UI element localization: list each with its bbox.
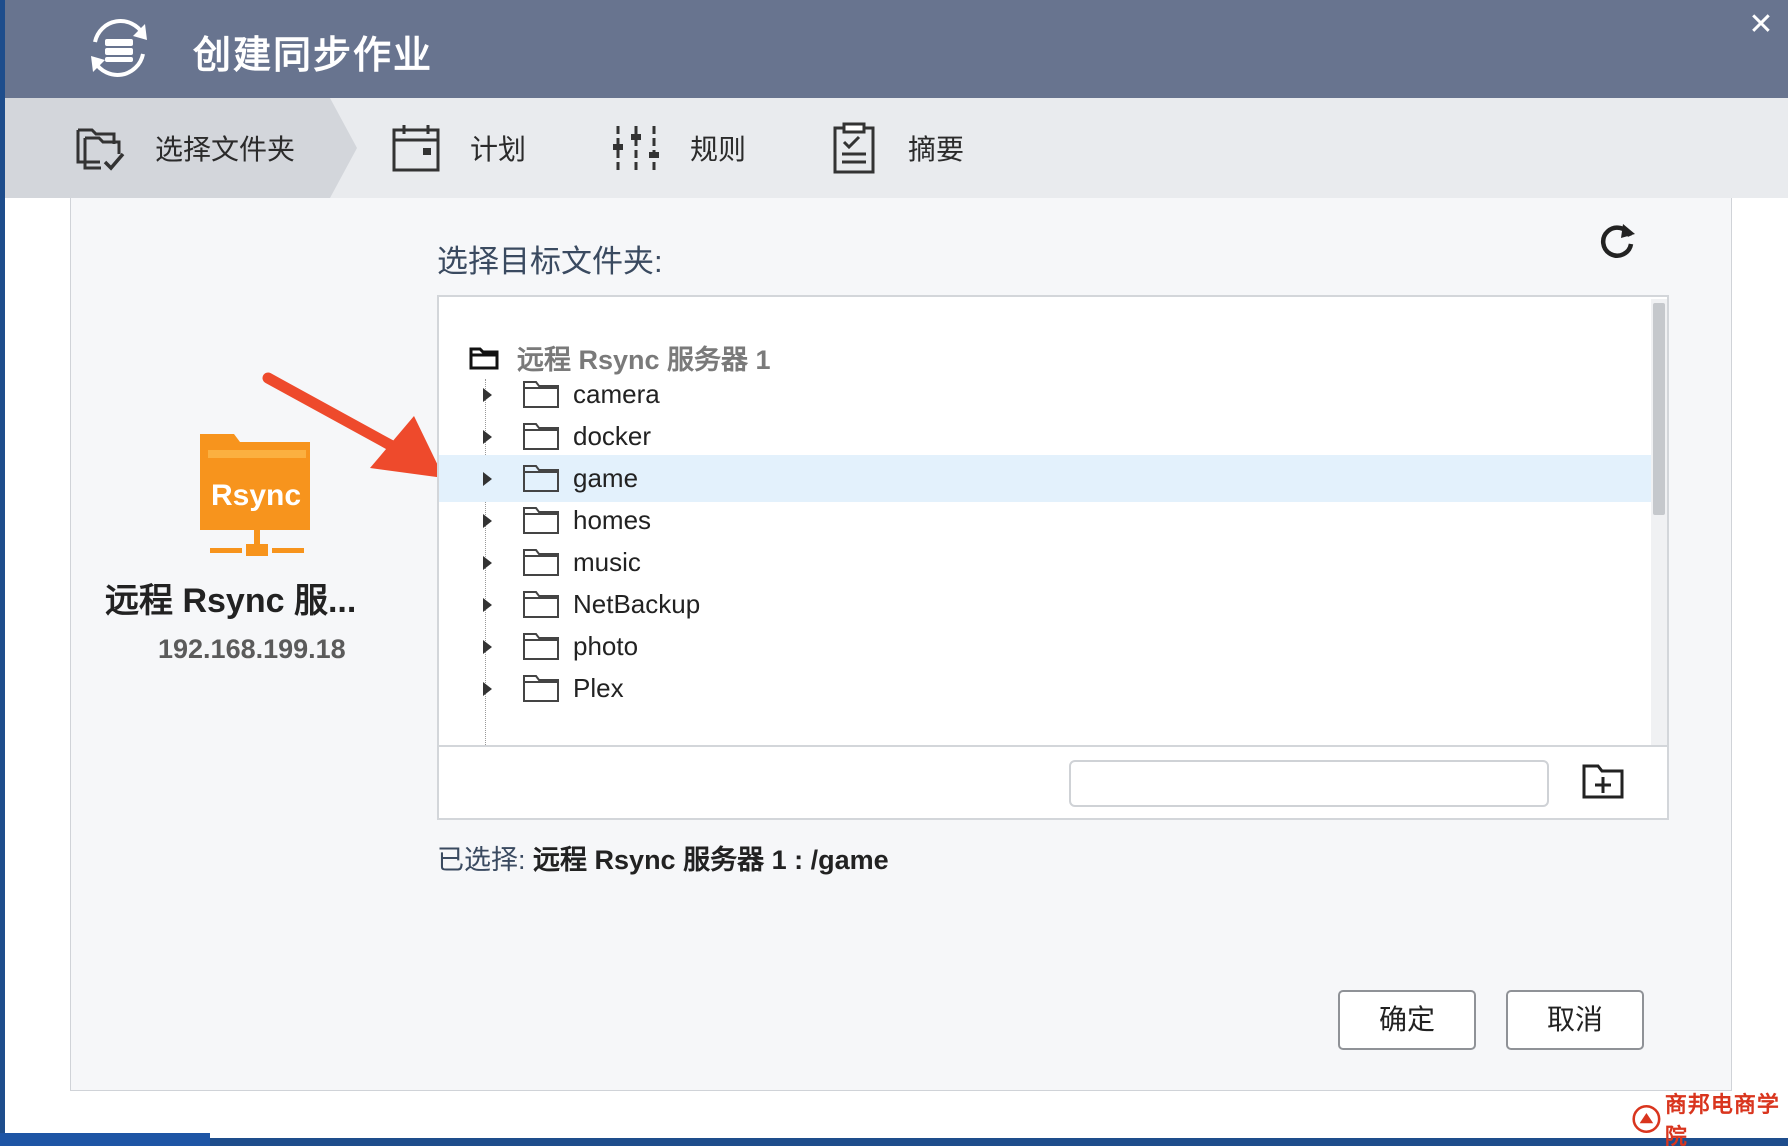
calendar-icon [392,125,440,172]
folder-name: Plex [573,673,624,703]
scroll-thumb[interactable] [1653,303,1665,515]
watermark-text: 商邦电商学院 [1664,1092,1780,1146]
folder-icon [523,507,559,534]
sliders-icon [613,126,659,170]
ok-button[interactable]: 确定 [1338,990,1476,1050]
expand-caret-icon[interactable] [483,430,492,444]
folder-row-plex[interactable]: Plex [439,665,1651,712]
desktop-background [0,1138,1788,1146]
folder-icon [523,675,559,702]
new-folder-icon[interactable] [1581,762,1625,800]
folder-icon [523,381,559,408]
folder-name: camera [573,379,660,409]
expand-caret-icon[interactable] [483,682,492,696]
taskbar-strip [0,1133,210,1146]
title-bar: 创建同步作业 [5,0,1788,98]
tree-scrollbar[interactable] [1651,299,1667,745]
folder-name: docker [573,421,652,451]
step-label: 规则 [690,134,747,165]
source-server-ip: 192.168.199.18 [158,634,346,664]
step-summary[interactable]: 摘要 [828,98,964,198]
folder-icon [523,423,559,450]
new-folder-name-input[interactable] [1069,760,1549,807]
folder-row-music[interactable]: music [439,539,1651,586]
annotation-arrow [262,372,444,478]
tree-footer [439,745,1667,818]
source-server-name: 远程 Rsync 服... [105,582,357,620]
sync-job-icon [91,19,147,77]
expand-caret-icon[interactable] [483,514,492,528]
step-select-folder[interactable]: 选择文件夹 [75,98,295,198]
folder-tree: 远程 Rsync 服务器 1 camera docker game homes … [437,295,1669,820]
folder-icon [523,591,559,618]
step-label: 选择文件夹 [155,134,296,165]
expand-caret-icon[interactable] [483,598,492,612]
step-rules[interactable]: 规则 [610,98,746,198]
watermark: 商邦电商学院 [1632,1092,1782,1146]
folder-row-netbackup[interactable]: NetBackup [439,581,1651,628]
folder-name: game [573,463,639,493]
target-folder-label: 选择目标文件夹: [437,244,663,279]
wizard-steps: 选择文件夹 计划 规则 摘要 [5,98,1788,198]
folder-name: music [573,547,641,577]
step-schedule[interactable]: 计划 [390,98,526,198]
expand-caret-icon[interactable] [483,556,492,570]
refresh-icon[interactable] [1597,220,1637,260]
selected-path-prefix: 已选择: [437,845,526,875]
window-title: 创建同步作业 [193,35,434,77]
selected-path: 已选择: 远程 Rsync 服务器 1 : /game [437,838,889,877]
step-label: 摘要 [908,134,965,165]
folder-row-camera[interactable]: camera [439,371,1651,418]
folder-icon [523,549,559,576]
folder-row-homes[interactable]: homes [439,497,1651,544]
folder-row-game[interactable]: game [439,455,1651,502]
folder-icon [523,465,559,492]
folder-row-docker[interactable]: docker [439,413,1651,460]
clipboard-icon [833,122,875,174]
folder-name: homes [573,505,652,535]
folder-icon [523,633,559,660]
folder-tree-viewport[interactable]: 远程 Rsync 服务器 1 camera docker game homes … [439,297,1651,745]
expand-caret-icon[interactable] [483,472,492,486]
step-label: 计划 [470,134,527,165]
selected-path-value: 远程 Rsync 服务器 1 : /game [533,845,889,875]
cancel-button[interactable]: 取消 [1506,990,1644,1050]
expand-caret-icon[interactable] [483,640,492,654]
folder-name: photo [573,631,639,661]
folder-name: NetBackup [573,589,701,619]
folder-check-icon [76,128,125,171]
close-button[interactable]: ✕ [1744,8,1778,42]
expand-caret-icon[interactable] [483,388,492,402]
watermark-logo-icon [1632,1104,1661,1134]
folder-row-photo[interactable]: photo [439,623,1651,670]
folder-open-icon [469,347,499,370]
